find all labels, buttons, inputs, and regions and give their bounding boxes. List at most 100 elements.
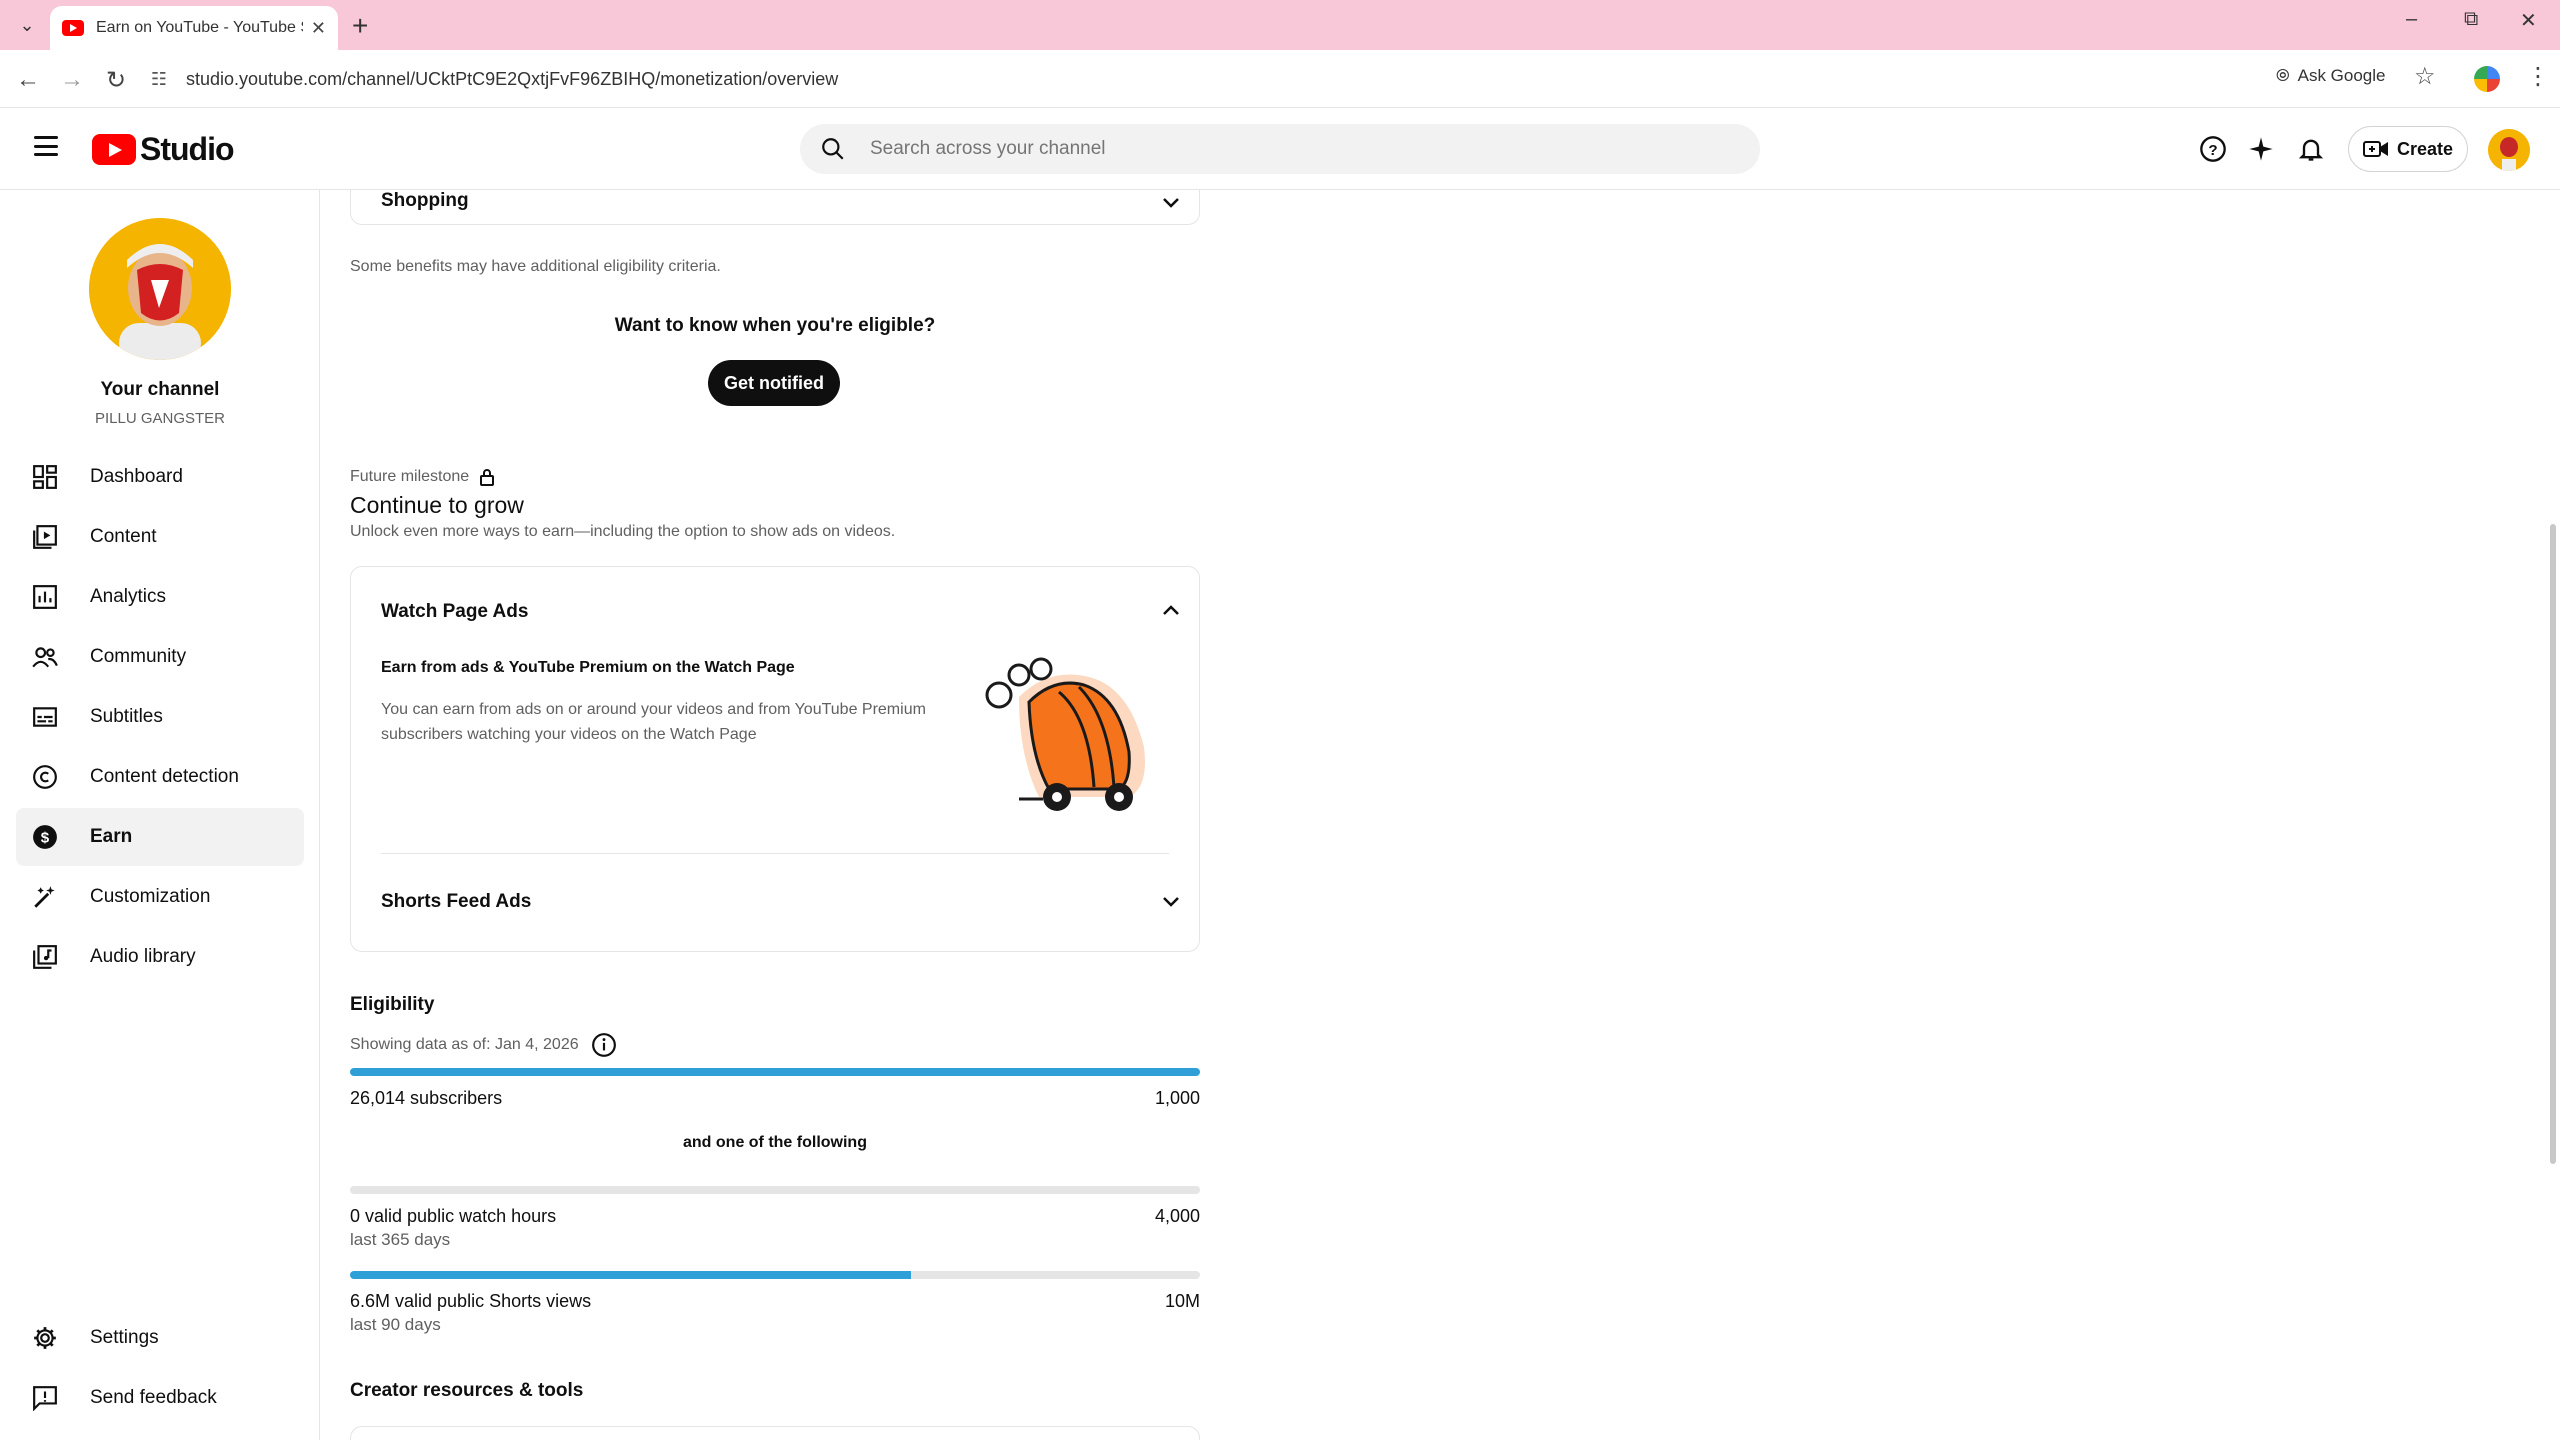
chevron-up-icon[interactable] bbox=[1159, 599, 1183, 623]
subscribers-target: 1,000 bbox=[1154, 1088, 1200, 1108]
new-tab-icon[interactable]: + bbox=[352, 10, 368, 42]
shopping-card[interactable]: Shopping bbox=[350, 190, 1200, 225]
search-input[interactable] bbox=[870, 138, 1670, 160]
search-bar[interactable] bbox=[800, 124, 1760, 174]
feedback-icon bbox=[30, 1383, 60, 1413]
info-icon[interactable] bbox=[591, 1032, 617, 1058]
sidebar-item-subtitles[interactable]: Subtitles bbox=[16, 688, 304, 746]
studio-logo[interactable]: Studio bbox=[92, 131, 235, 168]
dollar-icon: $ bbox=[30, 822, 60, 852]
data-as-of-row: Showing data as of: Jan 4, 2026 bbox=[350, 1032, 617, 1058]
chevron-down-icon[interactable] bbox=[1159, 190, 1183, 214]
shorts-views-target: 10M bbox=[1164, 1291, 1200, 1311]
sidebar-item-label: Community bbox=[90, 646, 187, 667]
milestone-label-row: Future milestone bbox=[350, 468, 495, 486]
milestone-label: Future milestone bbox=[350, 468, 470, 485]
site-info-icon[interactable]: ☷ bbox=[146, 66, 172, 92]
watch-hours-value: 0 valid public watch hours bbox=[350, 1206, 557, 1226]
back-icon[interactable]: ← bbox=[16, 66, 40, 94]
ads-card: Watch Page Ads Earn from ads & YouTube P… bbox=[350, 566, 1200, 952]
tab-title: Earn on YouTube - YouTube Stu bbox=[96, 19, 303, 36]
video-camera-plus-icon bbox=[2362, 141, 2388, 157]
main-content: Shopping Some benefits may have addition… bbox=[320, 190, 2540, 1440]
watch-page-ads-header[interactable]: Watch Page Ads bbox=[351, 567, 1199, 657]
scrollbar-thumb[interactable] bbox=[2550, 524, 2556, 1164]
omnibox[interactable]: ☷ studio.youtube.com/channel/UCktPtC9E2Q… bbox=[146, 60, 2376, 98]
sidebar-item-label: Settings bbox=[90, 1327, 159, 1348]
url-text[interactable]: studio.youtube.com/channel/UCktPtC9E2Qxt… bbox=[186, 69, 838, 90]
sidebar-item-label: Subtitles bbox=[90, 706, 163, 727]
browser-tab[interactable]: Earn on YouTube - YouTube Stu ✕ bbox=[50, 6, 338, 50]
browser-profile-icon[interactable] bbox=[2474, 66, 2500, 92]
sidebar-item-send-feedback[interactable]: Send feedback bbox=[16, 1369, 304, 1427]
create-button[interactable]: Create bbox=[2348, 126, 2468, 172]
close-tab-icon[interactable]: ✕ bbox=[311, 18, 326, 39]
ads-cart-illustration bbox=[985, 657, 1145, 811]
sidebar-item-label: Content bbox=[90, 526, 157, 547]
youtube-logo-icon bbox=[92, 134, 136, 165]
sidebar-item-community[interactable]: Community bbox=[16, 628, 304, 686]
svg-text:?: ? bbox=[2208, 142, 2217, 159]
copyright-icon bbox=[30, 762, 60, 792]
eligibility-title: Eligibility bbox=[350, 994, 435, 1015]
subscribers-progress-bar bbox=[350, 1068, 1200, 1076]
help-icon[interactable]: ? bbox=[2196, 132, 2230, 166]
subscribers-value: 26,014 subscribers bbox=[350, 1088, 503, 1108]
sidebar-item-content-detection[interactable]: Content detection bbox=[16, 748, 304, 806]
ask-google-label: Ask Google bbox=[2297, 66, 2386, 85]
milestone-title: Continue to grow bbox=[350, 492, 524, 518]
watch-hours-target: 4,000 bbox=[1154, 1206, 1200, 1226]
forward-icon[interactable]: → bbox=[60, 66, 84, 94]
get-notified-button[interactable]: Get notified bbox=[708, 360, 840, 406]
magic-wand-icon bbox=[30, 882, 60, 912]
shorts-feed-ads-label: Shorts Feed Ads bbox=[381, 891, 532, 912]
notifications-bell-icon[interactable] bbox=[2294, 132, 2328, 166]
tab-search-chevron-icon[interactable]: ⌄ bbox=[14, 12, 40, 38]
community-icon bbox=[30, 642, 60, 672]
benefits-note: Some benefits may have additional eligib… bbox=[350, 258, 721, 275]
shorts-feed-ads-header[interactable]: Shorts Feed Ads bbox=[351, 857, 1199, 947]
create-label: Create bbox=[2396, 138, 2454, 159]
watch-hours-progress-bar bbox=[350, 1186, 1200, 1194]
ask-google-button[interactable]: ⦾ Ask Google bbox=[2276, 66, 2386, 86]
sidebar-item-label: Dashboard bbox=[90, 466, 183, 487]
restore-icon[interactable]: ⧉ bbox=[2464, 8, 2478, 31]
eligible-question: Want to know when you're eligible? bbox=[614, 315, 936, 336]
shorts-views-period: last 90 days bbox=[350, 1315, 441, 1334]
account-avatar[interactable] bbox=[2488, 129, 2530, 171]
content-icon bbox=[30, 522, 60, 552]
sidebar-item-label: Content detection bbox=[90, 766, 239, 787]
sidebar-item-label: Analytics bbox=[90, 586, 167, 607]
hamburger-menu-icon[interactable] bbox=[34, 136, 58, 156]
chevron-down-icon[interactable] bbox=[1159, 889, 1183, 913]
one-of-following: and one of the following bbox=[683, 1134, 867, 1151]
sidebar-item-customization[interactable]: Customization bbox=[16, 868, 304, 926]
bookmark-star-icon[interactable]: ☆ bbox=[2414, 62, 2436, 91]
data-as-of: Showing data as of: Jan 4, 2026 bbox=[350, 1036, 579, 1053]
watch-desc: You can earn from ads on or around your … bbox=[381, 701, 926, 743]
dashboard-icon bbox=[30, 462, 60, 492]
sidebar-item-audio-library[interactable]: Audio library bbox=[16, 928, 304, 986]
subscribers-progress-fill bbox=[350, 1068, 1200, 1076]
minimize-icon[interactable]: – bbox=[2406, 8, 2417, 31]
sidebar-item-dashboard[interactable]: Dashboard bbox=[16, 448, 304, 506]
browser-tabbar: ⌄ Earn on YouTube - YouTube Stu ✕ + – ⧉ … bbox=[0, 0, 2560, 50]
reload-icon[interactable]: ↻ bbox=[106, 66, 126, 95]
channel-avatar[interactable] bbox=[89, 218, 231, 360]
channel-title: Your channel bbox=[100, 379, 220, 400]
channel-name: PILLU GANGSTER bbox=[94, 410, 226, 427]
sidebar-item-earn[interactable]: $ Earn bbox=[16, 808, 304, 866]
sidebar-item-settings[interactable]: Settings bbox=[16, 1309, 304, 1367]
sparkle-icon[interactable] bbox=[2244, 132, 2278, 166]
shorts-views-value: 6.6M valid public Shorts views bbox=[350, 1291, 592, 1311]
creator-resources-title: Creator resources & tools bbox=[350, 1380, 584, 1401]
browser-menu-icon[interactable]: ⋮ bbox=[2526, 62, 2550, 91]
logo-text: Studio bbox=[140, 131, 235, 167]
sidebar-item-label: Customization bbox=[90, 886, 211, 907]
shopping-label: Shopping bbox=[381, 190, 469, 211]
close-window-icon[interactable]: ✕ bbox=[2520, 8, 2537, 33]
sidebar-item-content[interactable]: Content bbox=[16, 508, 304, 566]
watch-heading: Earn from ads & YouTube Premium on the W… bbox=[381, 659, 795, 676]
sidebar-item-analytics[interactable]: Analytics bbox=[16, 568, 304, 626]
sidebar-item-label: Earn bbox=[90, 826, 133, 847]
